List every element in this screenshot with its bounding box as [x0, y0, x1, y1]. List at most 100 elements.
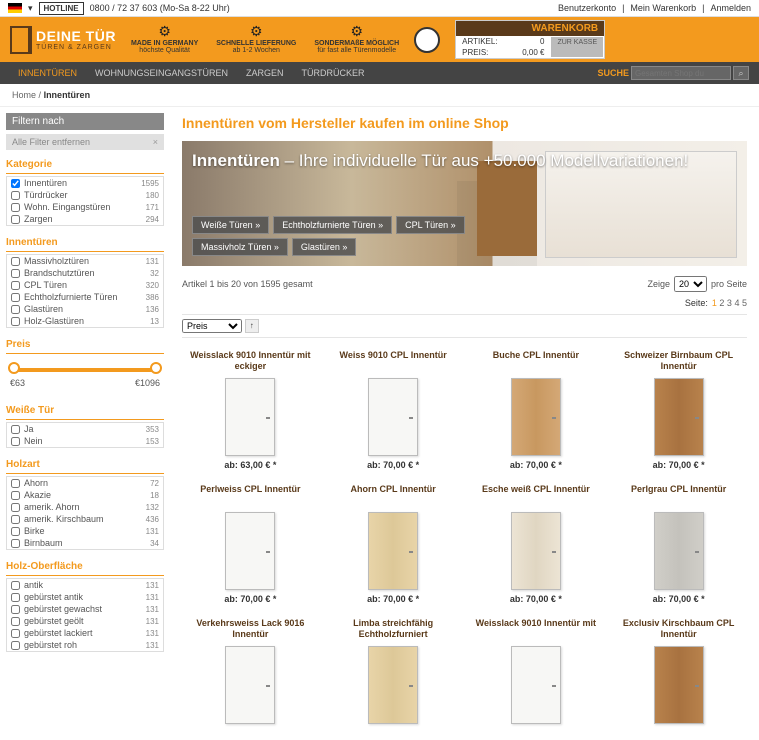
hero-category-button[interactable]: Massivholz Türen »: [192, 238, 288, 256]
hero-category-button[interactable]: CPL Türen »: [396, 216, 465, 234]
nav-item[interactable]: ZARGEN: [238, 64, 292, 82]
facet-option[interactable]: Echtholzfurnierte Türen386: [7, 291, 163, 303]
main-nav: INNENTÜRENWOHNUNGSEINGANGSTÜRENZARGENTÜR…: [0, 62, 759, 84]
facet-checkbox[interactable]: [11, 641, 20, 650]
mini-cart[interactable]: WARENKORB ARTIKEL:0 PREIS:0,00 € ZUR KAS…: [455, 20, 605, 59]
arrow-down-icon[interactable]: ▾: [28, 3, 33, 14]
product-image: [654, 646, 704, 724]
facet-option[interactable]: Akazie18: [7, 489, 163, 501]
facet-option[interactable]: Holz-Glastüren13: [7, 315, 163, 327]
facet-checkbox[interactable]: [11, 593, 20, 602]
facet-checkbox[interactable]: [11, 305, 20, 314]
account-link[interactable]: Benutzerkonto: [558, 3, 616, 13]
login-link[interactable]: Anmelden: [710, 3, 751, 13]
facet-checkbox[interactable]: [11, 479, 20, 488]
checkout-button[interactable]: ZUR KASSE: [551, 37, 603, 57]
product-card[interactable]: Perlweiss CPL Innentürab: 70,00 € *: [182, 480, 319, 608]
product-card[interactable]: Esche weiß CPL Innentürab: 70,00 € *: [468, 480, 605, 608]
product-card[interactable]: Exclusiv Kirschbaum CPL Innentür: [610, 614, 747, 732]
facet-checkbox[interactable]: [11, 191, 20, 200]
hero-category-button[interactable]: Weiße Türen »: [192, 216, 269, 234]
page-size-select[interactable]: 20: [674, 276, 707, 292]
product-card[interactable]: Schweizer Birnbaum CPL Innentürab: 70,00…: [610, 346, 747, 474]
facet-checkbox[interactable]: [11, 179, 20, 188]
facet-option[interactable]: CPL Türen320: [7, 279, 163, 291]
header: DEINE TÜR TÜREN & ZARGEN ⚙MADE IN GERMAN…: [0, 17, 759, 62]
facet-checkbox[interactable]: [11, 629, 20, 638]
facet-option[interactable]: Türdrücker180: [7, 189, 163, 201]
remove-all-filters[interactable]: Alle Filter entfernen: [6, 134, 164, 150]
facet-checkbox[interactable]: [11, 539, 20, 548]
my-cart-link[interactable]: Mein Warenkorb: [630, 3, 696, 13]
hero-category-button[interactable]: Echtholzfurnierte Türen »: [273, 216, 392, 234]
facet-option[interactable]: Wohn. Eingangstüren171: [7, 201, 163, 213]
page-link[interactable]: 5: [742, 298, 747, 308]
sort-direction-button[interactable]: ↑: [245, 319, 259, 333]
page-link[interactable]: 2: [719, 298, 724, 308]
facet-option[interactable]: Glastüren136: [7, 303, 163, 315]
facet-option[interactable]: Ja353: [7, 423, 163, 435]
facet-checkbox[interactable]: [11, 437, 20, 446]
product-card[interactable]: Verkehrsweiss Lack 9016 Innentür: [182, 614, 319, 732]
facet-checkbox[interactable]: [11, 269, 20, 278]
facet-option[interactable]: Zargen294: [7, 213, 163, 225]
product-name: Exclusiv Kirschbaum CPL Innentür: [614, 618, 743, 642]
page-link[interactable]: 4: [734, 298, 739, 308]
facet-option[interactable]: amerik. Ahorn132: [7, 501, 163, 513]
facet-option[interactable]: Innentüren1595: [7, 177, 163, 189]
facet-checkbox[interactable]: [11, 581, 20, 590]
nav-item[interactable]: INNENTÜREN: [10, 64, 85, 82]
facet-option[interactable]: Birnbaum34: [7, 537, 163, 549]
product-card[interactable]: Perlgrau CPL Innentürab: 70,00 € *: [610, 480, 747, 608]
facet-checkbox[interactable]: [11, 617, 20, 626]
product-card[interactable]: Ahorn CPL Innentürab: 70,00 € *: [325, 480, 462, 608]
facet-option[interactable]: antik131: [7, 579, 163, 591]
facet-option[interactable]: Birke131: [7, 525, 163, 537]
facet-option[interactable]: Brandschutztüren32: [7, 267, 163, 279]
hero-category-button[interactable]: Glastüren »: [292, 238, 357, 256]
facet-option[interactable]: Nein153: [7, 435, 163, 447]
page-link[interactable]: 3: [727, 298, 732, 308]
search-input[interactable]: [631, 66, 731, 80]
facet-checkbox[interactable]: [11, 257, 20, 266]
search-label: SUCHE: [597, 68, 629, 78]
product-price: ab: 63,00 € *: [186, 460, 315, 470]
facet-option[interactable]: gebürstet geölt131: [7, 615, 163, 627]
page-link[interactable]: 1: [712, 298, 717, 308]
facet-checkbox[interactable]: [11, 605, 20, 614]
product-card[interactable]: Buche CPL Innentürab: 70,00 € *: [468, 346, 605, 474]
product-price: ab: 70,00 € *: [614, 594, 743, 604]
nav-item[interactable]: WOHNUNGSEINGANGSTÜREN: [87, 64, 236, 82]
product-card[interactable]: Weisslack 9010 Innentür mit eckigerab: 6…: [182, 346, 319, 474]
product-card[interactable]: Weiss 9010 CPL Innentürab: 70,00 € *: [325, 346, 462, 474]
search-button[interactable]: ⌕: [733, 66, 749, 80]
facet-checkbox[interactable]: [11, 317, 20, 326]
facet-option[interactable]: gebürstet gewachst131: [7, 603, 163, 615]
facet-checkbox[interactable]: [11, 203, 20, 212]
product-name: Weisslack 9010 Innentür mit: [472, 618, 601, 642]
facet-option[interactable]: Ahorn72: [7, 477, 163, 489]
facet-option[interactable]: gebürstet antik131: [7, 591, 163, 603]
facet-checkbox[interactable]: [11, 491, 20, 500]
facet-title: Weiße Tür: [6, 402, 164, 420]
facet-option[interactable]: gebürstet roh131: [7, 639, 163, 651]
facet-checkbox[interactable]: [11, 425, 20, 434]
facet-checkbox[interactable]: [11, 293, 20, 302]
price-slider[interactable]: €63€1096: [6, 356, 164, 394]
product-card[interactable]: Limba streichfähig Echtholzfurniert: [325, 614, 462, 732]
sort-select[interactable]: Preis: [182, 319, 242, 333]
product-name: Esche weiß CPL Innentür: [472, 484, 601, 508]
facet-checkbox[interactable]: [11, 215, 20, 224]
logo[interactable]: DEINE TÜR TÜREN & ZARGEN: [10, 26, 116, 54]
facet-option[interactable]: Massivholztüren131: [7, 255, 163, 267]
facet-checkbox[interactable]: [11, 503, 20, 512]
facet-checkbox[interactable]: [11, 281, 20, 290]
product-card[interactable]: Weisslack 9010 Innentür mit: [468, 614, 605, 732]
breadcrumb-home[interactable]: Home: [12, 90, 36, 100]
facet-option[interactable]: amerik. Kirschbaum436: [7, 513, 163, 525]
nav-item[interactable]: TÜRDRÜCKER: [294, 64, 373, 82]
facet-checkbox[interactable]: [11, 515, 20, 524]
facet-checkbox[interactable]: [11, 527, 20, 536]
facet-option[interactable]: gebürstet lackiert131: [7, 627, 163, 639]
product-name: Limba streichfähig Echtholzfurniert: [329, 618, 458, 642]
